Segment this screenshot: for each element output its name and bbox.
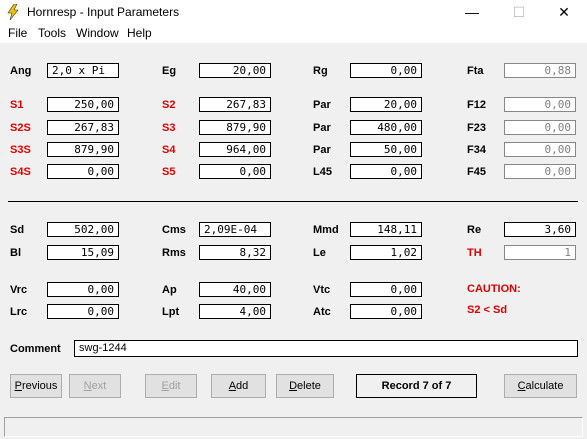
record-indicator: Record 7 of 7 [356, 374, 477, 398]
window-title: Hornresp - Input Parameters [27, 5, 180, 19]
param-label-fta: Fta [467, 65, 484, 77]
param-field-lpt[interactable]: 4,00 [199, 304, 271, 319]
param-field-par[interactable]: 50,00 [350, 142, 422, 157]
param-field-mmd[interactable]: 148,11 [350, 222, 422, 237]
title-bar: Hornresp - Input Parameters — ☐ ✕ [0, 0, 587, 24]
param-label-s2s: S2S [10, 122, 31, 134]
param-label-par: Par [313, 99, 331, 111]
param-field-th[interactable]: 1 [504, 245, 576, 260]
param-field-le[interactable]: 1,02 [350, 245, 422, 260]
param-label-th: TH [467, 247, 482, 259]
lightning-app-icon [7, 4, 19, 20]
param-field-vrc[interactable]: 0,00 [47, 282, 119, 297]
maximize-button[interactable]: ☐ [496, 0, 542, 24]
param-field-s3s[interactable]: 879,90 [47, 142, 119, 157]
param-field-fta[interactable]: 0,88 [504, 63, 576, 78]
param-field-s4[interactable]: 964,00 [199, 142, 271, 157]
param-field-sd[interactable]: 502,00 [47, 222, 119, 237]
param-field-bl[interactable]: 15,09 [47, 245, 119, 260]
param-label-s1: S1 [10, 99, 24, 111]
section-divider [8, 201, 578, 202]
param-label-sd: Sd [10, 224, 25, 236]
param-field-par[interactable]: 480,00 [350, 120, 422, 135]
menu-bar: File Tools Window Help [0, 24, 587, 43]
param-label-s2: S2 [162, 99, 176, 111]
param-field-f23[interactable]: 0,00 [504, 120, 576, 135]
param-label-rms: Rms [162, 247, 186, 259]
input-parameters-panel: Ang 2,0 x Pi Eg 20,00 Rg 0,00 Fta 0,88 S1 250,00 S… [0, 43, 587, 439]
param-label-rg: Rg [313, 65, 328, 77]
comment-label: Comment [10, 343, 61, 355]
param-label-re: Re [467, 224, 482, 236]
param-label-le: Le [313, 247, 326, 259]
previous-button[interactable]: Previous [10, 374, 62, 398]
param-field-s2s[interactable]: 267,83 [47, 120, 119, 135]
param-field-lrc[interactable]: 0,00 [47, 304, 119, 319]
param-field-rms[interactable]: 8,32 [199, 245, 271, 260]
add-button[interactable]: Add [211, 374, 266, 398]
param-label-atc: Atc [313, 306, 331, 318]
param-label-f23: F23 [467, 122, 486, 134]
param-label-ang: Ang [10, 65, 32, 77]
menu-tools[interactable]: Tools [38, 26, 66, 40]
param-label-par: Par [313, 122, 331, 134]
caution-message: S2 < Sd [467, 304, 508, 316]
param-label-f12: F12 [467, 99, 486, 111]
param-label-mmd: Mmd [313, 224, 339, 236]
edit-button[interactable]: Edit [145, 374, 197, 398]
caution-title: CAUTION: [467, 283, 521, 295]
delete-button[interactable]: Delete [276, 374, 334, 398]
param-label-s5: S5 [162, 166, 176, 178]
param-label-vrc: Vrc [10, 284, 28, 296]
comment-input[interactable]: swg-1244 [74, 340, 578, 357]
close-button[interactable]: ✕ [541, 0, 587, 24]
menu-file[interactable]: File [8, 26, 27, 40]
param-label-ap: Ap [162, 284, 177, 296]
param-label-s3s: S3S [10, 144, 31, 156]
param-field-cms[interactable]: 2,09E-04 [199, 222, 271, 237]
param-field-s3[interactable]: 879,90 [199, 120, 271, 135]
param-label-s4s: S4S [10, 166, 31, 178]
param-label-vtc: Vtc [313, 284, 331, 296]
param-field-s1[interactable]: 250,00 [47, 97, 119, 112]
param-field-s2[interactable]: 267,83 [199, 97, 271, 112]
param-field-s5[interactable]: 0,00 [199, 164, 271, 179]
param-label-lpt: Lpt [162, 306, 180, 318]
menu-help[interactable]: Help [127, 26, 152, 40]
param-field-re[interactable]: 3,60 [504, 222, 576, 237]
param-field-eg[interactable]: 20,00 [199, 63, 271, 78]
param-field-rg[interactable]: 0,00 [350, 63, 422, 78]
calculate-button[interactable]: Calculate [504, 374, 577, 398]
param-field-s4s[interactable]: 0,00 [47, 164, 119, 179]
minimize-button[interactable]: — [449, 0, 495, 24]
param-field-vtc[interactable]: 0,00 [350, 282, 422, 297]
param-field-f12[interactable]: 0,00 [504, 97, 576, 112]
param-label-s4: S4 [162, 144, 176, 156]
next-button[interactable]: Next [69, 374, 121, 398]
param-label-lrc: Lrc [10, 306, 28, 318]
param-label-cms: Cms [162, 224, 186, 236]
param-label-bl: Bl [10, 247, 21, 259]
param-label-f45: F45 [467, 166, 486, 178]
param-label-par: Par [313, 144, 331, 156]
menu-window[interactable]: Window [76, 26, 119, 40]
param-field-l45[interactable]: 0,00 [350, 164, 422, 179]
param-label-f34: F34 [467, 144, 486, 156]
param-field-f34[interactable]: 0,00 [504, 142, 576, 157]
param-field-ap[interactable]: 40,00 [199, 282, 271, 297]
param-field-atc[interactable]: 0,00 [350, 304, 422, 319]
param-label-l45: L45 [313, 166, 332, 178]
status-bar [4, 417, 583, 437]
param-field-par[interactable]: 20,00 [350, 97, 422, 112]
param-label-eg: Eg [162, 65, 177, 77]
param-field-ang[interactable]: 2,0 x Pi [47, 63, 119, 78]
param-label-s3: S3 [162, 122, 176, 134]
param-field-f45[interactable]: 0,00 [504, 164, 576, 179]
